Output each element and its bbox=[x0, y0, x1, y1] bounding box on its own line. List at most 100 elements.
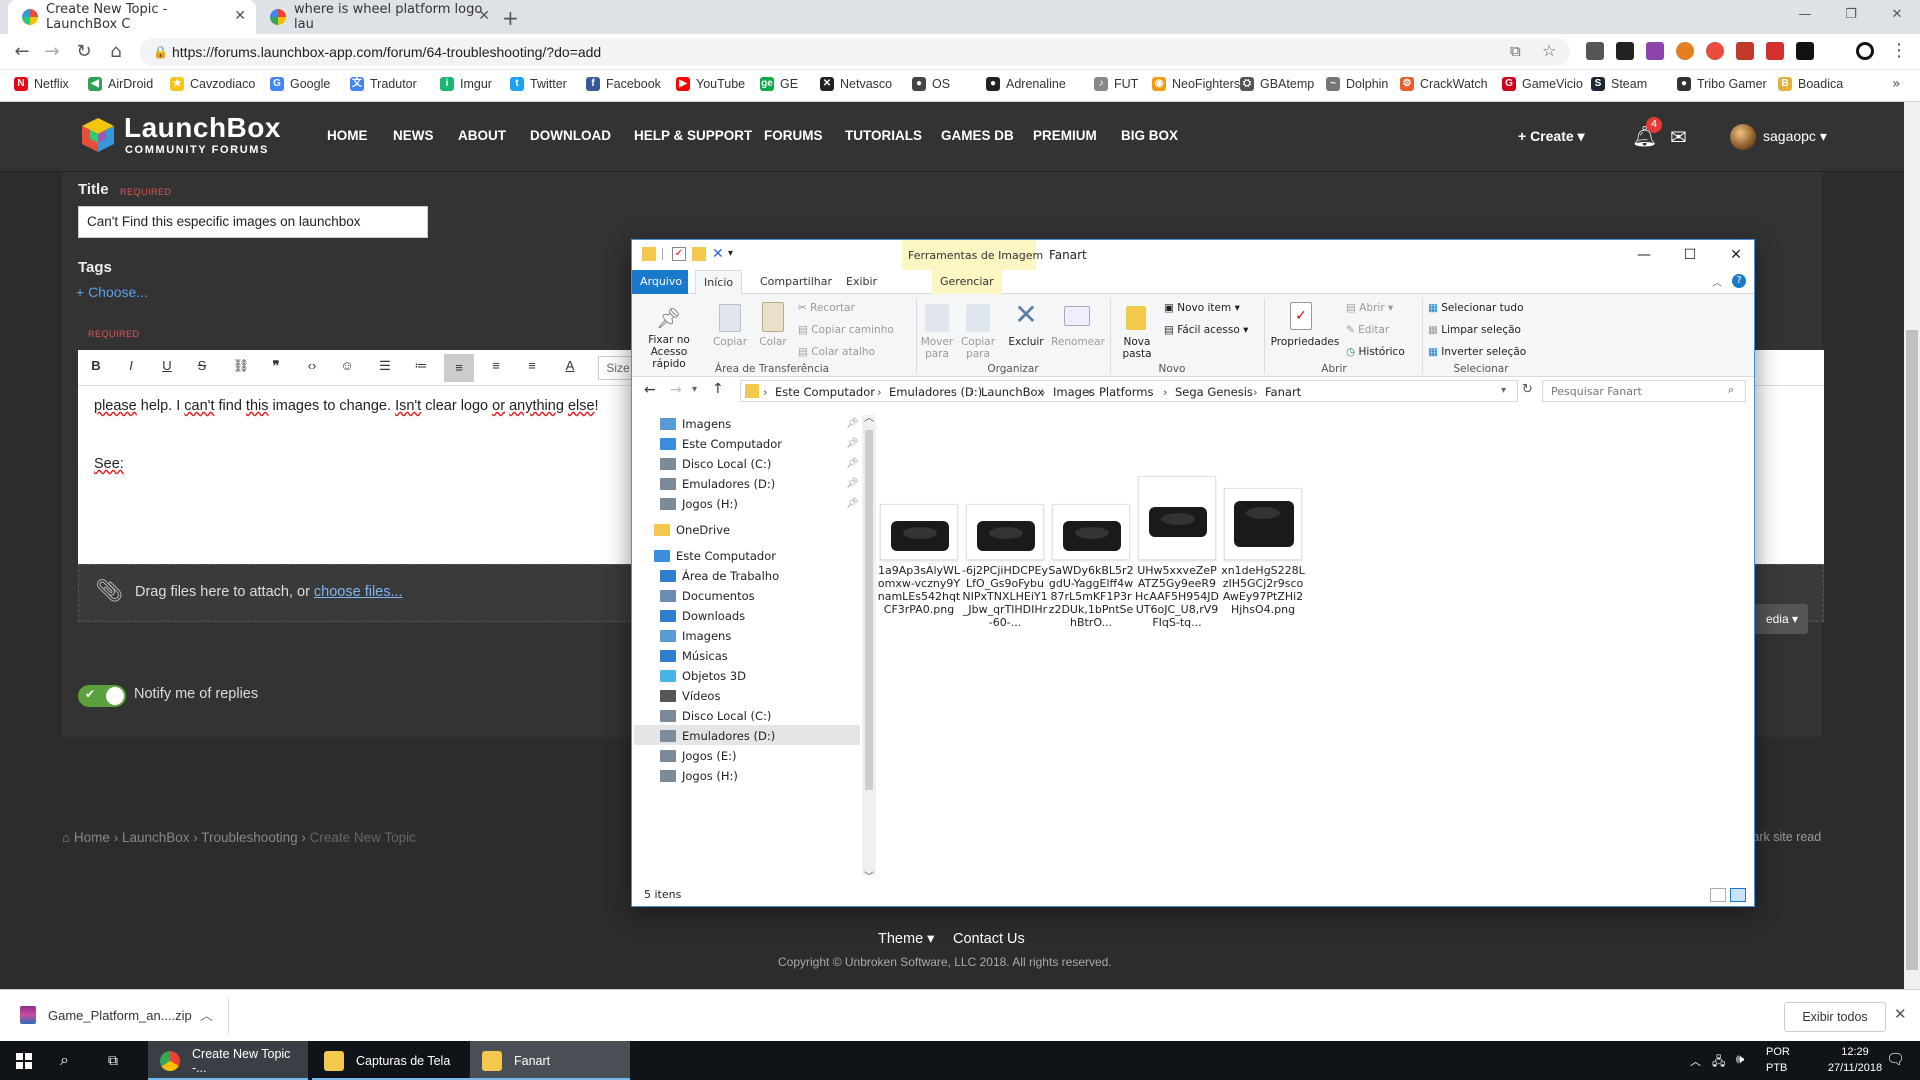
bullet-list-icon[interactable]: ☰ bbox=[374, 358, 396, 378]
explorer-address-bar[interactable]: › Este Computador › Emuladores (D:) › LaunchB… bbox=[740, 380, 1518, 402]
bookmark-star-icon[interactable]: ☆ bbox=[1542, 41, 1556, 60]
align-left-icon[interactable]: ≡ bbox=[444, 354, 474, 382]
extension-pen-icon[interactable] bbox=[1646, 42, 1664, 60]
bookmark-youtube[interactable]: ▶ YouTube bbox=[676, 77, 745, 91]
bookmark-neofighters[interactable]: ◉ NeoFighters bbox=[1152, 77, 1240, 91]
breadcrumb-troubleshooting[interactable]: Troubleshooting bbox=[201, 830, 297, 845]
paste-shortcut-button[interactable]: ▤ Colar atalho bbox=[798, 346, 875, 358]
edit-button[interactable]: ✎ Editar bbox=[1346, 324, 1389, 336]
move-to-button[interactable]: Mover para bbox=[918, 336, 956, 360]
emoji-icon[interactable]: ☺ bbox=[336, 358, 358, 378]
minimize-icon[interactable]: — bbox=[1782, 0, 1828, 30]
bookmark-airdroid[interactable]: ◀ AirDroid bbox=[88, 77, 153, 91]
page-scrollbar-thumb[interactable] bbox=[1906, 330, 1918, 970]
address-bar[interactable]: 🔒 https://forums.launchbox-app.com/forum… bbox=[140, 38, 1570, 66]
bookmark-fut[interactable]: ♪ FUT bbox=[1094, 77, 1138, 91]
nav-pane-item[interactable]: Emuladores (D:) bbox=[660, 729, 775, 743]
download-item[interactable]: Game_Platform_an....zip bbox=[20, 1006, 192, 1024]
underline-icon[interactable]: U bbox=[156, 358, 178, 378]
invert-selection-button[interactable]: ▦ Inverter seleção bbox=[1428, 346, 1526, 358]
bookmark-cavzodiaco[interactable]: ★ Cavzodiaco bbox=[170, 77, 255, 91]
file-item[interactable]: UHw5xxveZePATZ5Gy9eeR9HcAAF5H954JDUT6oJC… bbox=[1134, 476, 1220, 629]
bookmark-ge[interactable]: ge GE bbox=[760, 77, 798, 91]
reload-icon[interactable]: ↻ bbox=[72, 40, 96, 64]
taskbar-app-chrome[interactable]: Create New Topic -... bbox=[148, 1041, 308, 1080]
taskbar-app-folder[interactable]: Fanart bbox=[470, 1041, 630, 1080]
site-brand[interactable]: LaunchBox bbox=[124, 112, 281, 144]
delete-button[interactable]: Excluir bbox=[1004, 336, 1048, 348]
language-code[interactable]: POR bbox=[1766, 1046, 1790, 1058]
italic-icon[interactable]: I bbox=[120, 358, 142, 378]
bookmark-boadica[interactable]: B Boadica bbox=[1778, 77, 1843, 91]
path-segment[interactable]: Fanart bbox=[1265, 385, 1301, 399]
bookmark-imgur[interactable]: i Imgur bbox=[440, 77, 492, 91]
select-all-button[interactable]: ▦ Selecionar tudo bbox=[1428, 302, 1524, 314]
nav-big-box[interactable]: BIG BOX bbox=[1121, 128, 1178, 143]
nav-pane-item[interactable]: Downloads bbox=[660, 609, 745, 623]
new-tab-icon[interactable]: + bbox=[502, 6, 519, 30]
nav-download[interactable]: DOWNLOAD bbox=[530, 128, 611, 143]
file-item[interactable]: -6j2PCjiHDCPEyLfO_Gs9oFybuNIPxTNXLHEiY1_… bbox=[962, 504, 1048, 629]
adblock-icon[interactable] bbox=[1706, 42, 1724, 60]
bookmark-twitter[interactable]: t Twitter bbox=[510, 77, 567, 91]
nav-tutorials[interactable]: TUTORIALS bbox=[845, 128, 922, 143]
large-icons-view-icon[interactable] bbox=[1730, 888, 1746, 902]
address-dropdown-icon[interactable]: ▾ bbox=[1501, 385, 1506, 396]
choose-files-link[interactable]: choose files... bbox=[314, 584, 403, 600]
bookmark-os[interactable]: ● OS bbox=[912, 77, 950, 91]
clock-date[interactable]: 27/11/2018 bbox=[1820, 1062, 1890, 1074]
nav-pane-item[interactable]: Este Computador bbox=[654, 549, 776, 563]
bookmark-tradutor[interactable]: 文 Tradutor bbox=[350, 77, 417, 91]
extension-arrow-icon[interactable] bbox=[1616, 42, 1634, 60]
file-item[interactable]: xn1deHgS228LzIH5GCj2r9scoAwEy97PtZHi2Hjh… bbox=[1220, 488, 1306, 616]
bold-icon[interactable]: B bbox=[85, 358, 107, 378]
bookmark-netvasco[interactable]: ✕ Netvasco bbox=[820, 77, 892, 91]
create-button[interactable]: + Create ▾ bbox=[1518, 128, 1585, 145]
close-icon[interactable]: ✕ bbox=[1894, 1005, 1907, 1023]
back-icon[interactable]: ← bbox=[644, 382, 656, 398]
help-icon[interactable]: ? bbox=[1732, 274, 1746, 288]
network-icon[interactable]: 🖧︎ bbox=[1712, 1052, 1725, 1073]
bookmark-tribo-gamer[interactable]: ● Tribo Gamer bbox=[1677, 77, 1767, 91]
show-all-downloads-button[interactable]: Exibir todos bbox=[1784, 1002, 1886, 1032]
choose-tags-link[interactable]: + Choose... bbox=[76, 284, 148, 300]
cut-button[interactable]: ✂ Recortar bbox=[798, 302, 855, 314]
customize-toolbar-icon[interactable]: ▾ bbox=[728, 247, 742, 261]
restore-icon[interactable]: ❐ bbox=[1828, 0, 1874, 30]
action-center-icon[interactable]: 🗨︎ bbox=[1886, 1050, 1905, 1068]
nav-pane-item[interactable]: Disco Local (C:) bbox=[660, 709, 771, 723]
bookmark-dolphin[interactable]: ~ Dolphin bbox=[1326, 77, 1388, 91]
close-tab-icon[interactable]: ✕ bbox=[234, 8, 246, 24]
code-icon[interactable]: ‹› bbox=[301, 358, 323, 378]
launchbox-logo-icon[interactable] bbox=[80, 116, 116, 154]
bookmark-netflix[interactable]: N Netflix bbox=[14, 77, 69, 91]
quote-icon[interactable]: ❞ bbox=[265, 358, 287, 378]
select-none-button[interactable]: ▦ Limpar seleção bbox=[1428, 324, 1521, 336]
windows-start-icon[interactable] bbox=[12, 1041, 36, 1080]
properties-button[interactable]: Propriedades bbox=[1270, 336, 1340, 348]
font-color-icon[interactable]: A bbox=[559, 358, 581, 378]
bookmark-gbatemp[interactable]: ⛭ GBAtemp bbox=[1240, 77, 1314, 91]
extension-flash-icon[interactable] bbox=[1766, 42, 1784, 60]
menu-icon[interactable]: ⋮ bbox=[1890, 40, 1908, 61]
nav-pane-item[interactable]: Jogos (H:) bbox=[660, 497, 738, 511]
nav-games-db[interactable]: GAMES DB bbox=[941, 128, 1014, 143]
keyboard-layout[interactable]: PTB bbox=[1766, 1062, 1787, 1074]
file-item[interactable]: SaWDy6kBL5r2gdU-YaggElff4w87rL5mKF1P3rz2… bbox=[1048, 504, 1134, 629]
nav-pane-item[interactable]: Emuladores (D:) bbox=[660, 477, 775, 491]
rename-button[interactable]: Renomear bbox=[1050, 336, 1106, 348]
nav-pane-item[interactable]: Jogos (H:) bbox=[660, 769, 738, 783]
extension-red-icon[interactable] bbox=[1736, 42, 1754, 60]
breadcrumb-home[interactable]: Home bbox=[74, 830, 110, 845]
new-folder-button[interactable]: Nova pasta bbox=[1116, 336, 1158, 360]
volume-icon[interactable]: 🕪︎ bbox=[1736, 1051, 1744, 1067]
theme-menu[interactable]: Theme ▾ bbox=[878, 931, 934, 947]
align-center-icon[interactable]: ≡ bbox=[485, 358, 507, 378]
nav-home[interactable]: HOME bbox=[327, 128, 368, 143]
breadcrumb-launchbox[interactable]: LaunchBox bbox=[122, 830, 190, 845]
avatar[interactable] bbox=[1730, 124, 1756, 150]
copy-path-button[interactable]: ▤ Copiar caminho bbox=[798, 324, 894, 336]
chevron-up-icon[interactable]: ︿ bbox=[200, 1005, 213, 1024]
recent-locations-icon[interactable]: ▾ bbox=[692, 384, 697, 395]
scroll-down-icon[interactable]: ﹀ bbox=[864, 868, 874, 883]
